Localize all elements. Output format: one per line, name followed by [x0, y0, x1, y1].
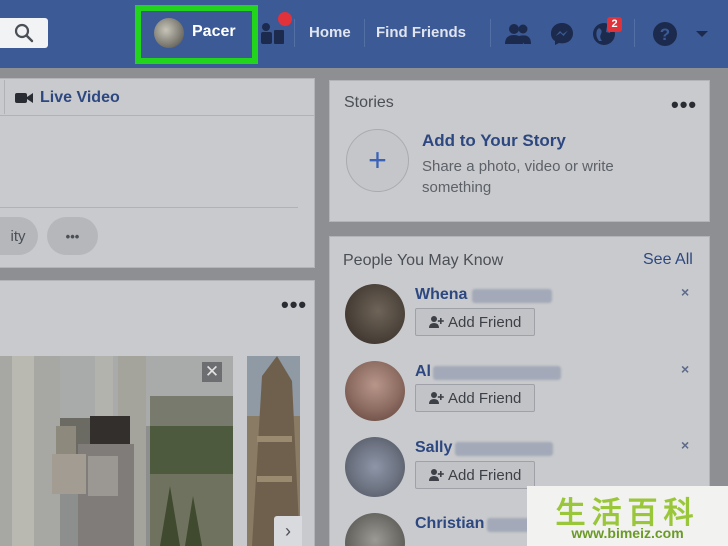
search-button[interactable]	[0, 18, 48, 48]
add-friend-label: Add Friend	[448, 389, 522, 407]
add-friend-icon	[429, 316, 444, 328]
dismiss-suggestion-button[interactable]: ×	[681, 284, 689, 300]
post-more-button[interactable]: •••	[281, 294, 307, 316]
svg-text:?: ?	[660, 25, 670, 44]
help-icon[interactable]: ?	[651, 20, 679, 48]
divider	[0, 115, 314, 116]
watermark-url: www.bimeiz.com	[571, 525, 684, 541]
add-story-button[interactable]: +	[346, 129, 409, 192]
stories-more-button[interactable]: •••	[671, 94, 697, 116]
dismiss-suggestion-button[interactable]: ×	[681, 437, 689, 453]
live-video-button[interactable]: Live Video	[40, 89, 120, 107]
add-to-your-story-link[interactable]: Add to Your Story	[422, 131, 566, 151]
friend-requests-icon[interactable]	[504, 20, 532, 48]
more-options-pill[interactable]: •••	[47, 217, 98, 255]
stories-title: Stories	[344, 94, 394, 111]
divider	[4, 80, 5, 114]
create-notification-dot	[278, 12, 292, 26]
add-friend-button[interactable]: Add Friend	[415, 308, 535, 336]
next-photo-button[interactable]: ›	[274, 516, 302, 546]
plus-icon: +	[368, 142, 387, 178]
add-story-subtitle: Share a photo, video or write something	[422, 158, 614, 196]
add-friend-label: Add Friend	[448, 466, 522, 484]
nav-divider	[364, 19, 365, 47]
feeling-activity-pill[interactable]: ity	[0, 217, 38, 255]
add-friend-button[interactable]: Add Friend	[415, 384, 535, 412]
avatar[interactable]	[345, 284, 405, 344]
photo-image	[0, 356, 233, 546]
avatar[interactable]	[154, 18, 184, 48]
notifications-count-badge: 2	[607, 17, 622, 32]
blurred-surname	[487, 518, 531, 532]
nav-divider	[634, 19, 635, 47]
messenger-icon[interactable]	[548, 20, 576, 48]
more-label: •••	[65, 228, 80, 244]
person-name[interactable]: Sally	[415, 439, 452, 457]
see-all-link[interactable]: See All	[643, 251, 693, 269]
person-name[interactable]: Al	[415, 363, 431, 381]
watermark: 生活百科 www.bimeiz.com	[527, 486, 728, 546]
nav-divider	[294, 19, 295, 47]
add-friend-icon	[429, 392, 444, 404]
pill-label: ity	[10, 227, 26, 245]
top-navigation-bar: Pacer Home Find Friends 2 ?	[0, 0, 728, 68]
post-photo[interactable]	[0, 356, 233, 546]
blurred-surname	[455, 442, 553, 456]
divider	[0, 207, 298, 208]
nav-divider	[490, 19, 491, 47]
profile-name-link[interactable]: Pacer	[192, 23, 236, 41]
live-video-icon	[15, 93, 33, 103]
avatar[interactable]	[345, 437, 405, 497]
avatar[interactable]	[345, 361, 405, 421]
search-icon	[14, 23, 34, 43]
chevron-down-icon[interactable]	[693, 20, 711, 48]
nav-home-link[interactable]: Home	[309, 24, 351, 41]
add-friend-icon	[429, 469, 444, 481]
person-name[interactable]: Whena	[415, 286, 467, 304]
photo-close-button[interactable]: ✕	[202, 362, 222, 382]
dismiss-suggestion-button[interactable]: ×	[681, 361, 689, 377]
pymk-title: People You May Know	[343, 252, 504, 269]
blurred-surname	[472, 289, 552, 303]
nav-find-friends-link[interactable]: Find Friends	[376, 24, 466, 41]
blurred-surname	[433, 366, 561, 380]
person-name[interactable]: Christian	[415, 515, 484, 533]
add-friend-label: Add Friend	[448, 313, 522, 331]
add-friend-button[interactable]: Add Friend	[415, 461, 535, 489]
